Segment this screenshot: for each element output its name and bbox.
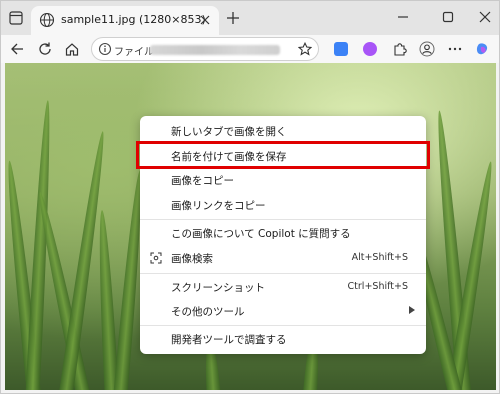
globe-icon <box>39 12 55 28</box>
menu-item-open-image-new-tab[interactable]: 新しいタブで画像を開く <box>140 120 426 142</box>
close-tab-icon[interactable] <box>199 14 211 26</box>
menu-item-visual-search[interactable]: 画像検索 Alt+Shift+S <box>140 247 426 269</box>
visual-search-icon <box>150 252 162 264</box>
tab-actions-icon <box>9 11 23 25</box>
home-icon[interactable] <box>64 41 80 57</box>
refresh-icon[interactable] <box>37 41 53 57</box>
profile-avatar-icon[interactable] <box>419 41 435 57</box>
annotation-highlight-box <box>136 141 430 169</box>
menu-separator <box>140 325 426 326</box>
info-icon[interactable] <box>98 42 112 56</box>
tab-active[interactable]: sample11.jpg (1280×853) <box>31 6 219 35</box>
favorite-star-icon[interactable] <box>298 42 312 56</box>
address-url-obscured <box>150 45 280 55</box>
tab-strip: sample11.jpg (1280×853) <box>1 1 499 35</box>
back-arrow-icon[interactable] <box>9 41 25 57</box>
extension-blue-icon[interactable] <box>334 42 348 56</box>
menu-item-copy-image-link[interactable]: 画像リンクをコピー <box>140 194 426 216</box>
maximize-icon[interactable] <box>441 10 455 24</box>
navigation-toolbar: ファイル <box>1 35 499 63</box>
menu-separator <box>140 273 426 274</box>
menu-item-screenshot[interactable]: スクリーンショット Ctrl+Shift+S <box>140 276 426 298</box>
menu-item-copy-image[interactable]: 画像をコピー <box>140 169 426 191</box>
close-window-icon[interactable] <box>478 10 492 24</box>
minimize-icon[interactable] <box>396 10 410 24</box>
extensions-puzzle-icon[interactable] <box>392 41 408 57</box>
copilot-icon[interactable] <box>475 41 491 57</box>
address-bar[interactable]: ファイル <box>91 37 319 61</box>
tab-actions-button[interactable] <box>7 9 25 27</box>
extension-purple-icon[interactable] <box>363 42 377 56</box>
more-options-icon[interactable] <box>447 41 463 57</box>
menu-item-more-tools[interactable]: その他のツール <box>140 300 426 322</box>
menu-separator <box>140 219 426 220</box>
browser-window: sample11.jpg (1280×853) ファイル 新しいタブで画像を開く… <box>0 0 500 394</box>
submenu-arrow-icon <box>409 306 415 314</box>
menu-item-inspect-devtools[interactable]: 開発者ツールで調査する <box>140 328 426 350</box>
new-tab-icon[interactable] <box>226 11 240 25</box>
tab-title: sample11.jpg (1280×853) <box>61 13 206 26</box>
menu-item-ask-copilot[interactable]: この画像について Copilot に質問する <box>140 222 426 244</box>
address-scheme-label: ファイル <box>114 47 154 58</box>
